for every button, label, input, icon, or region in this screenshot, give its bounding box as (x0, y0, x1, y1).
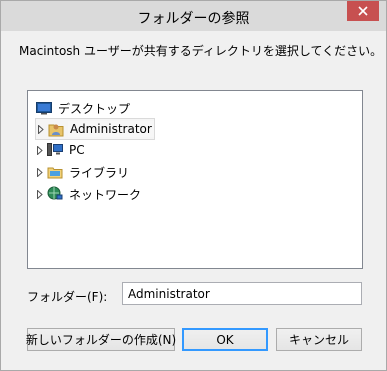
library-icon (46, 164, 64, 180)
desktop-icon (35, 100, 53, 116)
expand-arrow-icon[interactable] (35, 140, 45, 160)
folder-label: フォルダー(F): (27, 290, 108, 304)
network-icon (46, 186, 64, 202)
tree-item-label: PC (69, 143, 85, 157)
tree-item-label: Administrator (68, 121, 154, 137)
expand-arrow-icon[interactable] (36, 119, 46, 139)
new-folder-button[interactable]: 新しいフォルダーの作成(N) (26, 328, 176, 351)
tree-item-pc[interactable]: PC (35, 140, 87, 160)
tree-item-label: デスクトップ (58, 101, 131, 116)
user-folder-icon (47, 121, 65, 137)
tree-item-label: ライブラリ (69, 165, 130, 180)
folder-name-input[interactable] (122, 282, 362, 305)
title-bar[interactable]: フォルダーの参照 (1, 1, 386, 31)
close-button[interactable] (347, 1, 379, 21)
close-icon (358, 6, 368, 16)
instruction-text: Macintosh ユーザーが共有するディレクトリを選択してください。 (19, 44, 383, 58)
tree-item-desktop[interactable]: デスクトップ (35, 98, 132, 118)
window-title: フォルダーの参照 (137, 11, 250, 27)
tree-item-network[interactable]: ネットワーク (35, 184, 143, 204)
tree-item-label: ネットワーク (69, 187, 142, 202)
expand-arrow-icon[interactable] (35, 162, 45, 182)
folder-tree[interactable]: デスクトップ Administrator PC ライブラリ ネットワーク (27, 90, 363, 269)
expand-arrow-icon[interactable] (35, 184, 45, 204)
tree-item-administrator[interactable]: Administrator (35, 118, 155, 140)
tree-item-library[interactable]: ライブラリ (35, 162, 131, 182)
computer-icon (46, 142, 64, 158)
ok-button[interactable]: OK (182, 328, 268, 351)
cancel-button[interactable]: キャンセル (276, 328, 362, 351)
